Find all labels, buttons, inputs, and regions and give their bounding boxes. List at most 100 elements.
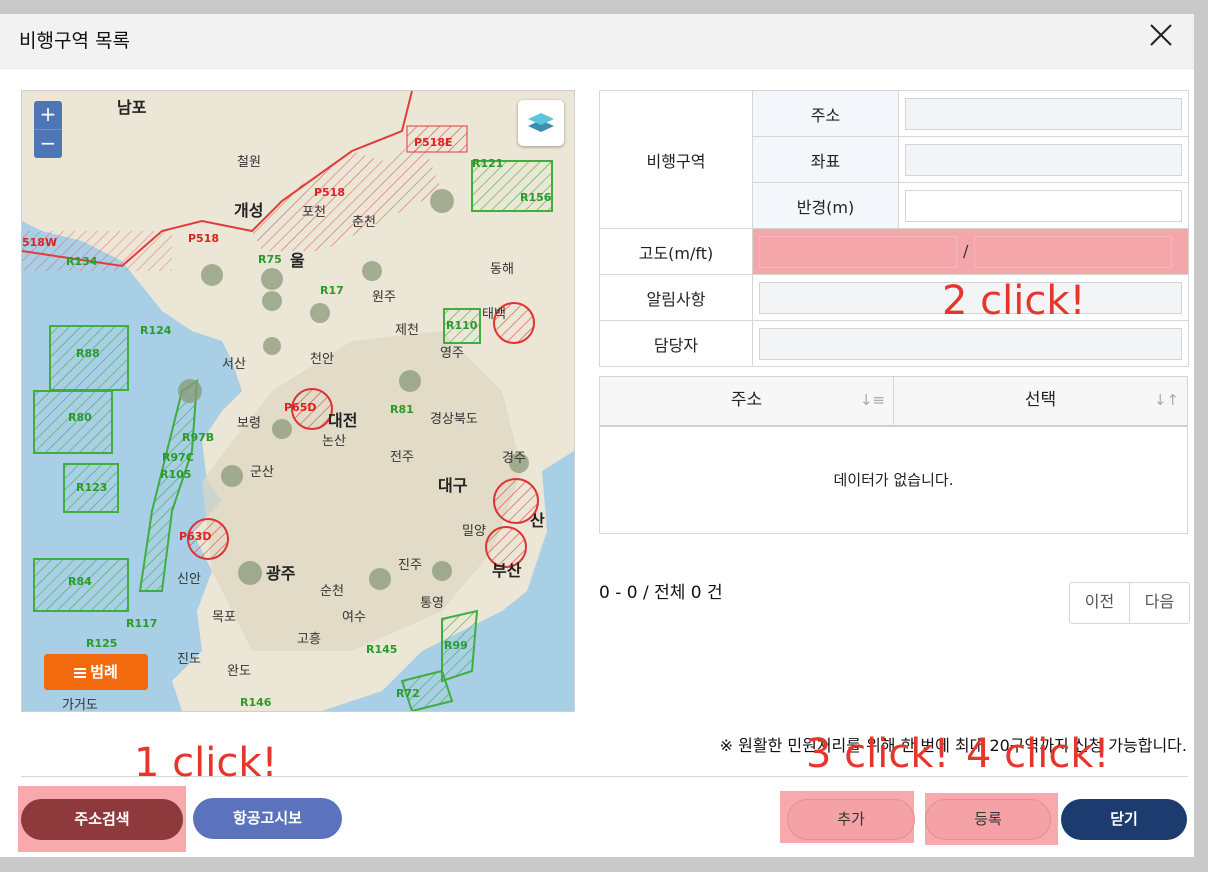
pager: 이전 다음 [1069,582,1190,624]
svg-text:R134: R134 [66,255,98,268]
svg-text:P518: P518 [314,186,345,199]
svg-text:경주: 경주 [502,451,526,466]
svg-text:R72: R72 [396,687,420,700]
svg-text:완도: 완도 [227,664,251,679]
flight-area-label: 비행구역 [599,90,753,229]
svg-text:경상북도: 경상북도 [430,412,478,427]
aero-notice-button[interactable]: 항공고시보 [193,798,342,839]
svg-text:R123: R123 [76,481,107,494]
dialog-title: 비행구역 목록 [19,30,130,52]
svg-text:논산: 논산 [322,434,346,449]
svg-text:순천: 순천 [320,584,344,599]
svg-text:산: 산 [530,511,545,530]
svg-text:천안: 천안 [310,352,334,367]
radius-field[interactable] [905,189,1182,222]
altitude-feet-field[interactable] [974,235,1173,268]
svg-text:부산: 부산 [492,561,522,580]
svg-text:목포: 목포 [212,610,236,625]
svg-text:R97C: R97C [162,451,194,464]
svg-text:518W: 518W [22,236,57,249]
column-select[interactable]: 선택 ↓↑ [893,377,1187,425]
zoom-out-button[interactable]: − [34,129,62,158]
coordinate-label: 좌표 [752,136,899,183]
svg-text:영주: 영주 [440,346,464,361]
flight-area-dialog: 비행구역 목록 남포 개성 울 대전 대구 부산 광주 산 철원 포천 춘천 원… [0,14,1208,857]
altitude-label: 고도(m/ft) [599,228,753,275]
svg-text:R75: R75 [258,253,282,266]
svg-text:통영: 통영 [420,596,444,611]
svg-text:철원: 철원 [237,155,261,170]
svg-text:R121: R121 [472,157,503,170]
svg-text:광주: 광주 [266,564,296,583]
next-page-button[interactable]: 다음 [1129,583,1189,623]
svg-text:R88: R88 [76,347,100,360]
svg-text:R110: R110 [446,319,478,332]
legend-button[interactable]: 범례 [44,654,148,690]
zoom-in-button[interactable]: + [34,101,62,129]
svg-text:포천: 포천 [302,205,326,220]
svg-text:고흥: 고흥 [297,632,321,647]
annotation-step3: 3 click! [806,731,950,777]
svg-text:R156: R156 [520,191,552,204]
svg-text:남포: 남포 [117,98,147,117]
flight-area-form: 비행구역 주소 좌표 반경(m) 고도(m/ft) / 알림사항 담당자 [599,90,1189,367]
zoom-control: + − [34,101,62,158]
manager-field[interactable] [759,327,1182,360]
address-list-table: 주소 ↓≡ 선택 ↓↑ 데이터가 없습니다. [599,376,1188,534]
prev-page-button[interactable]: 이전 [1070,583,1129,623]
legend-label: 범례 [90,663,118,681]
close-button[interactable]: 닫기 [1061,799,1187,840]
svg-text:R84: R84 [68,575,92,588]
svg-text:R105: R105 [160,468,191,481]
svg-text:R81: R81 [390,403,414,416]
address-field[interactable] [905,97,1182,130]
empty-message: 데이터가 없습니다. [833,471,954,489]
register-button[interactable]: 등록 [925,799,1051,840]
coordinate-field[interactable] [905,143,1182,176]
add-button[interactable]: 추가 [787,799,915,840]
svg-text:R145: R145 [366,643,397,656]
svg-text:동해: 동해 [490,262,514,277]
svg-text:대구: 대구 [438,476,468,495]
annotation-step2: 2 click! [942,278,1086,324]
svg-text:군산: 군산 [250,465,274,480]
svg-text:P518: P518 [188,232,219,245]
scroll-gutter [1194,14,1208,857]
svg-text:원주: 원주 [372,290,396,305]
svg-text:R97B: R97B [182,431,214,444]
flight-map[interactable]: 남포 개성 울 대전 대구 부산 광주 산 철원 포천 춘천 원주 제천 천안 서산 보령 논산 군산… [21,90,575,712]
svg-text:진도: 진도 [177,652,201,667]
svg-text:대전: 대전 [328,411,357,430]
svg-text:P65D: P65D [284,401,317,414]
address-search-button[interactable]: 주소검색 [21,799,183,840]
svg-text:제천: 제천 [395,323,419,338]
menu-icon [74,666,87,680]
close-icon[interactable] [1148,22,1174,48]
svg-text:R99: R99 [444,639,468,652]
svg-text:R124: R124 [140,324,172,337]
column-address[interactable]: 주소 ↓≡ [600,377,893,425]
layers-button[interactable] [518,100,564,146]
annotation-step4: 4 click! [966,731,1110,777]
svg-text:R125: R125 [86,637,117,650]
map-canvas: 남포개성울 대전대구부산 광주 산 철원포천춘천 원주제천천안 서산보령논산 군산… [22,91,574,711]
altitude-meter-field[interactable] [759,235,957,268]
svg-text:춘천: 춘천 [352,215,376,230]
altitude-separator: / [963,241,969,260]
svg-text:R146: R146 [240,696,272,709]
svg-text:울: 울 [290,251,305,270]
layers-icon [528,113,554,132]
table-header: 주소 ↓≡ 선택 ↓↑ [600,377,1187,427]
svg-text:신안: 신안 [177,572,201,587]
svg-text:가거도: 가거도 [62,698,98,711]
dialog-header: 비행구역 목록 [0,14,1194,69]
svg-text:P63D: P63D [179,530,212,543]
svg-text:R80: R80 [68,411,92,424]
sort-icon[interactable]: ↓↑ [1154,390,1179,410]
svg-text:진주: 진주 [398,558,422,573]
address-label: 주소 [752,90,899,137]
sort-desc-icon[interactable]: ↓≡ [860,390,885,410]
svg-text:서산: 서산 [222,357,246,372]
svg-text:밀양: 밀양 [462,524,486,539]
svg-text:R117: R117 [126,617,157,630]
